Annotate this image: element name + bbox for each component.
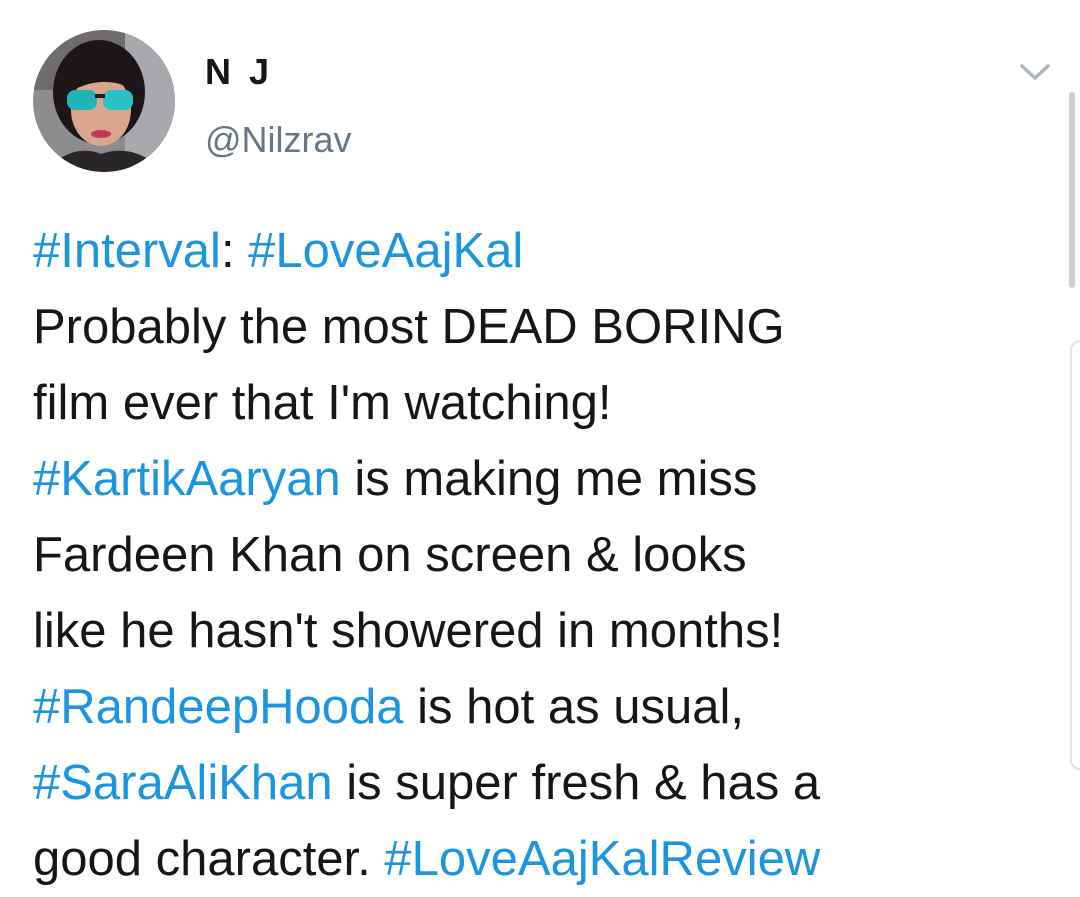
chevron-down-icon[interactable] <box>1016 58 1054 84</box>
edge-panel-handle[interactable] <box>1070 340 1080 770</box>
tweet-text-segment: like he hasn't showered in months! <box>33 604 784 658</box>
avatar-photo <box>33 30 175 172</box>
tweet-line: #Interval: #LoveAajKal <box>33 213 1063 289</box>
tweet-text-segment: good character. <box>33 832 385 886</box>
tweet-line: Probably the most DEAD BORING <box>33 289 1063 365</box>
tweet-line: good character. #LoveAajKalReview <box>33 821 1063 897</box>
tweet-line: #RandeepHooda is hot as usual, <box>33 669 1063 745</box>
tweet-line: #SaraAliKhan is super fresh & has a <box>33 745 1063 821</box>
author-display-name[interactable]: N J <box>205 50 273 94</box>
tweet-text-segment: is making me miss <box>340 452 758 506</box>
scrollbar-thumb[interactable] <box>1069 92 1075 288</box>
hashtag-link[interactable]: #Interval <box>33 224 221 278</box>
tweet-text-segment: : <box>220 224 249 278</box>
tweet-text-segment: film ever that I'm watching! <box>33 376 612 430</box>
hashtag-link[interactable]: #RandeepHooda <box>33 680 404 734</box>
avatar[interactable] <box>33 30 175 172</box>
hashtag-link[interactable]: #LoveAajKalReview <box>384 832 820 886</box>
tweet-line: film ever that I'm watching! <box>33 365 1063 441</box>
author-handle[interactable]: @Nilzrav <box>205 118 352 162</box>
tweet-line: #KartikAaryan is making me miss <box>33 441 1063 517</box>
hashtag-link[interactable]: #LoveAajKal <box>248 224 523 278</box>
tweet-text-segment: is super fresh & has a <box>332 756 821 810</box>
tweet-text: #Interval: #LoveAajKal Probably the most … <box>33 213 1063 897</box>
tweet-line: Fardeen Khan on screen & looks <box>33 517 1063 593</box>
tweet-text-segment: is hot as usual, <box>403 680 745 734</box>
hashtag-link[interactable]: #KartikAaryan <box>33 452 341 506</box>
tweet-line: like he hasn't showered in months! <box>33 593 1063 669</box>
hashtag-link[interactable]: #SaraAliKhan <box>33 756 333 810</box>
tweet-text-segment: Probably the most DEAD BORING <box>33 300 785 354</box>
tweet-text-segment: Fardeen Khan on screen & looks <box>33 528 747 582</box>
